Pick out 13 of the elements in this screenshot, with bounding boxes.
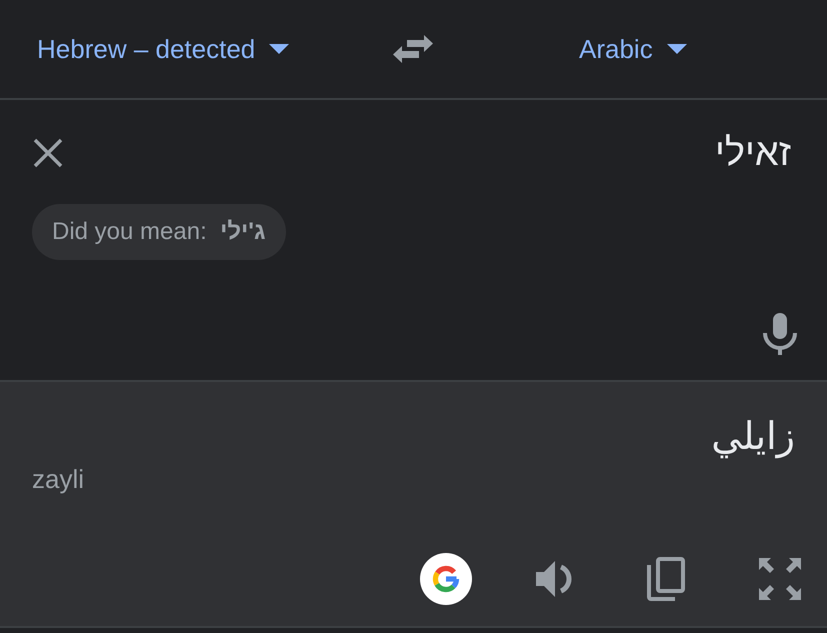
fullscreen-icon[interactable]: [759, 558, 801, 600]
caret-icon: [269, 44, 290, 54]
caret-icon: [666, 44, 687, 54]
source-text-input[interactable]: זאילי: [714, 130, 791, 176]
transliteration-text: zayli: [32, 464, 84, 494]
google-logo-icon[interactable]: [420, 553, 472, 605]
translation-text: زايلي: [711, 413, 795, 460]
microphone-icon[interactable]: [763, 313, 797, 355]
close-icon[interactable]: [33, 138, 63, 168]
swap-icon[interactable]: [393, 34, 433, 64]
source-language-dropdown[interactable]: Hebrew – detected: [37, 30, 290, 68]
copy-icon[interactable]: [647, 557, 685, 601]
target-language-dropdown[interactable]: Arabic: [579, 30, 687, 68]
